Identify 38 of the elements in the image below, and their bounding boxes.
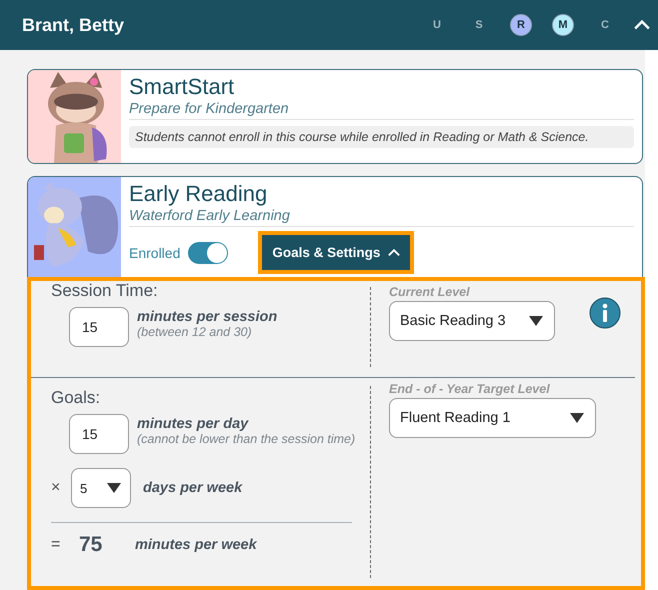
program-badge[interactable]: C xyxy=(594,14,616,36)
caret-icon xyxy=(528,315,544,328)
multiply-sign: × xyxy=(51,479,62,498)
collapse-icon xyxy=(634,20,650,30)
field-hint: (cannot be lower than the session time) xyxy=(137,432,356,446)
field-label: minutes per session xyxy=(137,309,278,326)
course-subtitle: Prepare for Kindergarten xyxy=(129,101,634,120)
student-name: Brant, Betty xyxy=(22,14,126,36)
equals-sign: = xyxy=(51,536,62,554)
program-badge[interactable]: M xyxy=(552,14,574,36)
course-title: SmartStart xyxy=(129,73,236,101)
program-badge[interactable]: S xyxy=(468,14,490,36)
total-value: 75 xyxy=(79,533,104,558)
course-title: Early Reading xyxy=(129,180,268,208)
enrollment-note: Students cannot enroll in this course while enrolled in Reading or Math & Science. xyxy=(129,126,634,148)
enrolled-toggle[interactable] xyxy=(188,242,228,264)
input-field[interactable]: 15 xyxy=(69,307,129,348)
section-heading: Goals: xyxy=(51,388,102,408)
caret-icon xyxy=(569,412,585,424)
field-label: minutes per day xyxy=(137,416,250,432)
field-label: minutes per week xyxy=(135,537,257,554)
level-dropdown[interactable]: Basic Reading 3 xyxy=(389,301,555,342)
field-label: End - of - Year Target Level xyxy=(389,382,551,396)
goals-settings-button[interactable]: Goals & Settings xyxy=(262,235,410,270)
field-hint: (between 12 and 30) xyxy=(137,325,253,340)
days-dropdown[interactable]: 5 xyxy=(71,468,131,508)
field-label: days per week xyxy=(143,480,242,496)
course-subtitle: Waterford Early Learning xyxy=(129,208,634,228)
caret-icon xyxy=(106,482,122,494)
section-heading: Session Time: xyxy=(51,281,159,302)
input-field[interactable]: 15 xyxy=(69,414,129,454)
toggle-label: Enrolled xyxy=(129,244,180,261)
level-dropdown[interactable]: Fluent Reading 1 xyxy=(389,398,596,438)
info-icon[interactable] xyxy=(589,297,621,330)
field-label: Current Level xyxy=(389,285,471,300)
program-badge[interactable]: R xyxy=(510,14,532,36)
program-badge[interactable]: U xyxy=(426,14,448,36)
chevron-icon xyxy=(388,248,400,256)
